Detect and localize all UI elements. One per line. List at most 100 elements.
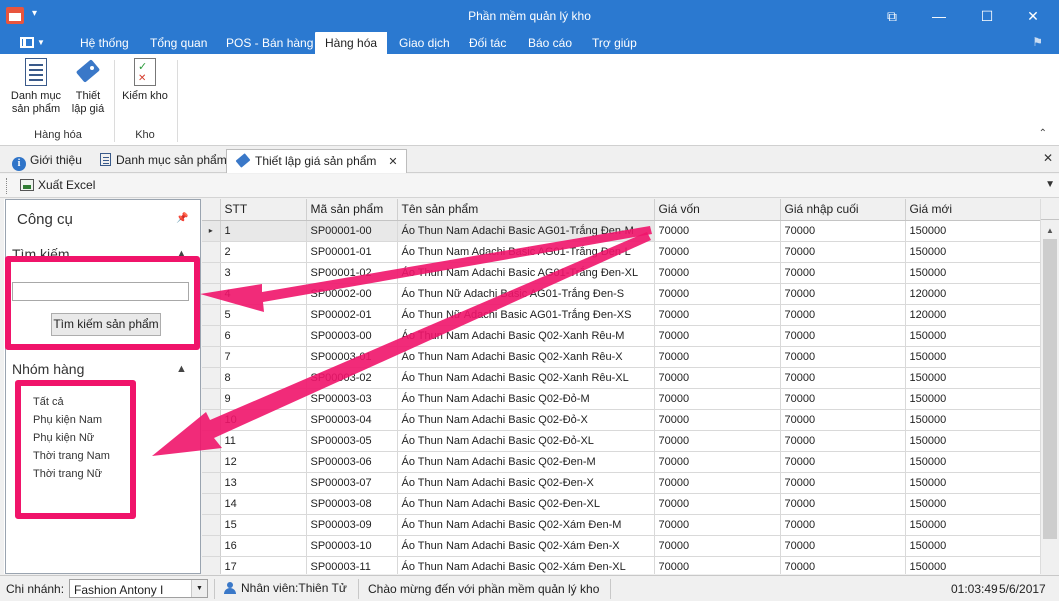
- cell-new-price[interactable]: 150000: [905, 262, 1040, 284]
- cell-last-import-price[interactable]: 70000: [780, 325, 906, 347]
- cell-product-name[interactable]: Áo Thun Nam Adachi Basic Q02-Đen-XL: [397, 493, 655, 515]
- cell-last-import-price[interactable]: 70000: [780, 388, 906, 410]
- cell-product-name[interactable]: Áo Thun Nam Adachi Basic Q02-Xanh Rêu-M: [397, 325, 655, 347]
- cell-product-name[interactable]: Áo Thun Nam Adachi Basic Q02-Xanh Rêu-X: [397, 346, 655, 368]
- cell-new-price[interactable]: 120000: [905, 283, 1040, 305]
- row-indicator[interactable]: [202, 556, 221, 574]
- row-indicator[interactable]: [202, 388, 221, 410]
- toolbar-grip[interactable]: [6, 178, 8, 194]
- group-section-header[interactable]: Nhóm hàng: [12, 361, 84, 377]
- cell-product-code[interactable]: SP00003-11: [306, 556, 398, 574]
- cell-stt[interactable]: 6: [220, 325, 307, 347]
- close-all-tabs-icon[interactable]: ✕: [1043, 151, 1053, 165]
- restore-ribbon-icon[interactable]: ⧉: [877, 5, 907, 27]
- cell-cost-price[interactable]: 70000: [654, 262, 781, 284]
- cell-new-price[interactable]: 150000: [905, 220, 1040, 242]
- cell-stt[interactable]: 15: [220, 514, 307, 536]
- table-row[interactable]: 17 SP00003-11 Áo Thun Nam Adachi Basic Q02…: [202, 556, 1040, 574]
- export-excel-button[interactable]: Xuất Excel: [20, 178, 95, 192]
- table-row[interactable]: 13 SP00003-07 Áo Thun Nam Adachi Basic Q02…: [202, 472, 1040, 494]
- row-indicator[interactable]: [202, 283, 221, 305]
- row-indicator[interactable]: [202, 346, 221, 368]
- column-header-product-name[interactable]: Tên sản phẩm: [397, 199, 655, 221]
- chevron-up-icon[interactable]: ▲: [176, 248, 187, 260]
- cell-new-price[interactable]: 150000: [905, 241, 1040, 263]
- column-header-cost-price[interactable]: Giá vốn: [654, 199, 781, 221]
- cell-stt[interactable]: 13: [220, 472, 307, 494]
- cell-last-import-price[interactable]: 70000: [780, 430, 906, 452]
- dropdown-arrow-icon[interactable]: ▼: [191, 580, 207, 597]
- cell-stt[interactable]: 16: [220, 535, 307, 557]
- minimize-button[interactable]: —: [924, 5, 954, 27]
- cell-new-price[interactable]: 150000: [905, 388, 1040, 410]
- cell-new-price[interactable]: 150000: [905, 451, 1040, 473]
- group-item-all[interactable]: Tất cả: [33, 396, 64, 408]
- product-catalog-button[interactable]: Danh mục sản phẩm: [8, 58, 64, 116]
- row-indicator[interactable]: [202, 493, 221, 515]
- cell-cost-price[interactable]: 70000: [654, 304, 781, 326]
- cell-last-import-price[interactable]: 70000: [780, 451, 906, 473]
- row-indicator[interactable]: [202, 430, 221, 452]
- row-indicator[interactable]: [202, 325, 221, 347]
- row-indicator[interactable]: [202, 472, 221, 494]
- cell-last-import-price[interactable]: 70000: [780, 367, 906, 389]
- cell-product-code[interactable]: SP00003-00: [306, 325, 398, 347]
- row-indicator[interactable]: [202, 451, 221, 473]
- cell-last-import-price[interactable]: 70000: [780, 304, 906, 326]
- branch-select[interactable]: Fashion Antony I ▼: [69, 579, 208, 598]
- tab-bao-cao[interactable]: Báo cáo: [526, 32, 574, 54]
- cell-last-import-price[interactable]: 70000: [780, 535, 906, 557]
- cell-product-name[interactable]: Áo Thun Nam Adachi Basic Q02-Đỏ-XL: [397, 430, 655, 452]
- row-indicator[interactable]: [202, 367, 221, 389]
- cell-product-code[interactable]: SP00003-05: [306, 430, 398, 452]
- cell-stt[interactable]: 8: [220, 367, 307, 389]
- column-header-product-code[interactable]: Mã sản phẩm: [306, 199, 398, 221]
- cell-product-name[interactable]: Áo Thun Nam Adachi Basic AG01-Trắng Đen-…: [397, 241, 655, 263]
- table-row[interactable]: 14 SP00003-08 Áo Thun Nam Adachi Basic Q02…: [202, 493, 1040, 515]
- table-row[interactable]: 6 SP00003-00 Áo Thun Nam Adachi Basic Q02-…: [202, 325, 1040, 347]
- cell-stt[interactable]: 2: [220, 241, 307, 263]
- collapse-ribbon-icon[interactable]: ⌃: [1039, 128, 1047, 139]
- cell-stt[interactable]: 5: [220, 304, 307, 326]
- maximize-button[interactable]: ☐: [972, 5, 1002, 27]
- row-indicator[interactable]: [202, 535, 221, 557]
- tab-doi-tac[interactable]: Đối tác: [467, 32, 508, 54]
- cell-product-name[interactable]: Áo Thun Nam Adachi Basic Q02-Xám Đen-XL: [397, 556, 655, 574]
- group-item-men-fashion[interactable]: Thời trang Nam: [33, 450, 110, 462]
- tab-tong-quan[interactable]: Tổng quan: [148, 32, 209, 54]
- column-header-new-price[interactable]: Giá mới: [905, 199, 1040, 221]
- cell-product-name[interactable]: Áo Thun Nam Adachi Basic AG01-Trắng Đen-…: [397, 262, 655, 284]
- tab-hang-hoa[interactable]: Hàng hóa: [315, 32, 388, 54]
- cell-cost-price[interactable]: 70000: [654, 493, 781, 515]
- cell-last-import-price[interactable]: 70000: [780, 409, 906, 431]
- chevron-down-icon[interactable]: ▼: [1045, 179, 1055, 190]
- inventory-check-button[interactable]: Kiểm kho: [120, 58, 170, 103]
- cell-product-name[interactable]: Áo Thun Nữ Adachi Basic AG01-Trắng Đen-S: [397, 283, 655, 305]
- cell-product-code[interactable]: SP00003-08: [306, 493, 398, 515]
- cell-last-import-price[interactable]: 70000: [780, 241, 906, 263]
- cell-new-price[interactable]: 150000: [905, 493, 1040, 515]
- cell-new-price[interactable]: 150000: [905, 430, 1040, 452]
- search-section-header[interactable]: Tìm kiếm: [12, 246, 70, 262]
- cell-cost-price[interactable]: 70000: [654, 367, 781, 389]
- scrollbar-thumb[interactable]: [1043, 239, 1057, 539]
- cell-product-name[interactable]: Áo Thun Nam Adachi Basic Q02-Xám Đen-X: [397, 535, 655, 557]
- cell-new-price[interactable]: 150000: [905, 556, 1040, 574]
- cell-cost-price[interactable]: 70000: [654, 325, 781, 347]
- tab-giao-dich[interactable]: Giao dịch: [397, 32, 452, 54]
- cell-last-import-price[interactable]: 70000: [780, 220, 906, 242]
- cell-product-code[interactable]: SP00002-00: [306, 283, 398, 305]
- cell-new-price[interactable]: 150000: [905, 346, 1040, 368]
- group-item-women-fashion[interactable]: Thời trang Nữ: [33, 468, 102, 480]
- cell-cost-price[interactable]: 70000: [654, 430, 781, 452]
- cell-cost-price[interactable]: 70000: [654, 283, 781, 305]
- cell-stt[interactable]: 9: [220, 388, 307, 410]
- cell-stt[interactable]: 14: [220, 493, 307, 515]
- tab-pos-ban-hang[interactable]: POS - Bán hàng: [224, 32, 315, 54]
- chevron-up-icon[interactable]: ▲: [176, 363, 187, 375]
- cell-last-import-price[interactable]: 70000: [780, 514, 906, 536]
- cell-new-price[interactable]: 150000: [905, 325, 1040, 347]
- search-input[interactable]: [12, 282, 189, 301]
- row-indicator[interactable]: [202, 514, 221, 536]
- cell-last-import-price[interactable]: 70000: [780, 493, 906, 515]
